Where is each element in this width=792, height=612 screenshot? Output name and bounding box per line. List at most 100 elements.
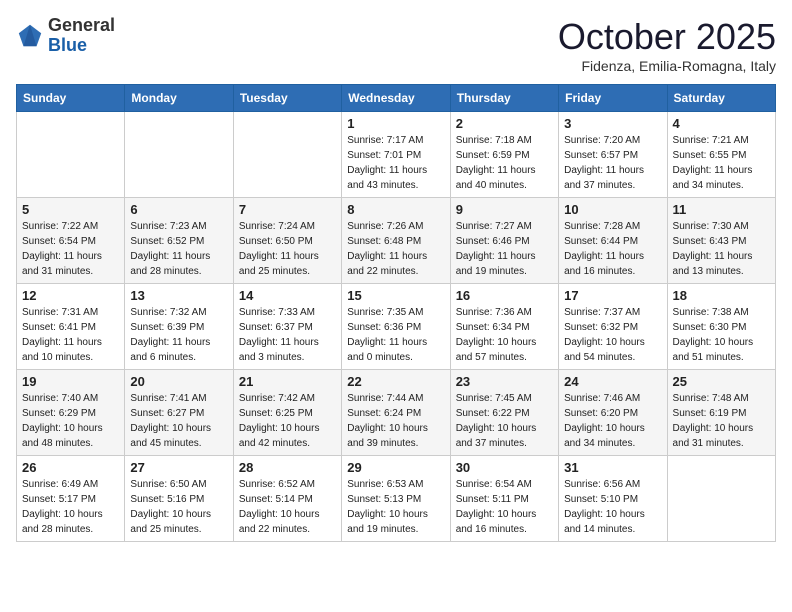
day-info: Sunrise: 7:44 AMSunset: 6:24 PMDaylight:… [347, 391, 444, 451]
day-number: 18 [673, 288, 770, 303]
logo: General Blue [16, 16, 115, 56]
day-number: 23 [456, 374, 553, 389]
day-info: Sunrise: 7:21 AMSunset: 6:55 PMDaylight:… [673, 133, 770, 193]
day-info: Sunrise: 7:32 AMSunset: 6:39 PMDaylight:… [130, 305, 227, 365]
weekday-header-friday: Friday [559, 85, 667, 112]
day-number: 5 [22, 202, 119, 217]
calendar-cell: 27Sunrise: 6:50 AMSunset: 5:16 PMDayligh… [125, 456, 233, 542]
day-number: 4 [673, 116, 770, 131]
day-info: Sunrise: 7:40 AMSunset: 6:29 PMDaylight:… [22, 391, 119, 451]
day-info: Sunrise: 7:35 AMSunset: 6:36 PMDaylight:… [347, 305, 444, 365]
day-info: Sunrise: 7:45 AMSunset: 6:22 PMDaylight:… [456, 391, 553, 451]
calendar-table: SundayMondayTuesdayWednesdayThursdayFrid… [16, 84, 776, 542]
weekday-header-row: SundayMondayTuesdayWednesdayThursdayFrid… [17, 85, 776, 112]
day-number: 10 [564, 202, 661, 217]
calendar-cell: 21 Sunrise: 7:42 AMSunset: 6:25 PMDayligh… [233, 370, 341, 456]
logo-icon [16, 22, 44, 50]
calendar-cell: 26 Sunrise: 6:49 AMSunset: 5:17 PMDayligh… [17, 456, 125, 542]
day-number: 8 [347, 202, 444, 217]
logo-blue: Blue [48, 36, 115, 56]
calendar-cell: 14 Sunrise: 7:33 AMSunset: 6:37 PMDayligh… [233, 284, 341, 370]
calendar-cell: 10 Sunrise: 7:28 AMSunset: 6:44 PMDayligh… [559, 198, 667, 284]
day-info: Sunrise: 6:52 AMSunset: 5:14 PMDaylight:… [239, 477, 336, 537]
day-number: 29 [347, 460, 444, 475]
weekday-header-tuesday: Tuesday [233, 85, 341, 112]
calendar-week-row: 19 Sunrise: 7:40 AMSunset: 6:29 PMDayligh… [17, 370, 776, 456]
day-number: 20 [130, 374, 227, 389]
location: Fidenza, Emilia-Romagna, Italy [558, 58, 776, 74]
calendar-cell: 17Sunrise: 7:37 AMSunset: 6:32 PMDayligh… [559, 284, 667, 370]
calendar-cell [125, 112, 233, 198]
calendar-cell: 28 Sunrise: 6:52 AMSunset: 5:14 PMDayligh… [233, 456, 341, 542]
calendar-cell: 8 Sunrise: 7:26 AMSunset: 6:48 PMDaylight… [342, 198, 450, 284]
day-info: Sunrise: 7:33 AMSunset: 6:37 PMDaylight:… [239, 305, 336, 365]
day-number: 25 [673, 374, 770, 389]
day-number: 28 [239, 460, 336, 475]
logo-general: General [48, 16, 115, 36]
day-number: 11 [673, 202, 770, 217]
day-info: Sunrise: 7:28 AMSunset: 6:44 PMDaylight:… [564, 219, 661, 279]
calendar-week-row: 1 Sunrise: 7:17 AMSunset: 7:01 PMDaylight… [17, 112, 776, 198]
day-number: 1 [347, 116, 444, 131]
day-number: 30 [456, 460, 553, 475]
calendar-cell: 15 Sunrise: 7:35 AMSunset: 6:36 PMDayligh… [342, 284, 450, 370]
calendar-cell: 4 Sunrise: 7:21 AMSunset: 6:55 PMDaylight… [667, 112, 775, 198]
month-title: October 2025 [558, 16, 776, 58]
calendar-cell: 30 Sunrise: 6:54 AMSunset: 5:11 PMDayligh… [450, 456, 558, 542]
calendar-week-row: 5Sunrise: 7:22 AMSunset: 6:54 PMDaylight… [17, 198, 776, 284]
day-info: Sunrise: 6:53 AMSunset: 5:13 PMDaylight:… [347, 477, 444, 537]
calendar-cell: 18 Sunrise: 7:38 AMSunset: 6:30 PMDayligh… [667, 284, 775, 370]
day-info: Sunrise: 7:30 AMSunset: 6:43 PMDaylight:… [673, 219, 770, 279]
title-block: October 2025 Fidenza, Emilia-Romagna, It… [558, 16, 776, 74]
day-number: 9 [456, 202, 553, 217]
day-info: Sunrise: 7:41 AMSunset: 6:27 PMDaylight:… [130, 391, 227, 451]
calendar-cell: 11 Sunrise: 7:30 AMSunset: 6:43 PMDayligh… [667, 198, 775, 284]
day-info: Sunrise: 7:38 AMSunset: 6:30 PMDaylight:… [673, 305, 770, 365]
weekday-header-thursday: Thursday [450, 85, 558, 112]
day-info: Sunrise: 7:23 AMSunset: 6:52 PMDaylight:… [130, 219, 227, 279]
day-number: 2 [456, 116, 553, 131]
calendar-cell: 19 Sunrise: 7:40 AMSunset: 6:29 PMDayligh… [17, 370, 125, 456]
calendar-cell: 3Sunrise: 7:20 AMSunset: 6:57 PMDaylight… [559, 112, 667, 198]
day-info: Sunrise: 6:54 AMSunset: 5:11 PMDaylight:… [456, 477, 553, 537]
day-info: Sunrise: 6:49 AMSunset: 5:17 PMDaylight:… [22, 477, 119, 537]
calendar-cell: 13 Sunrise: 7:32 AMSunset: 6:39 PMDayligh… [125, 284, 233, 370]
day-number: 19 [22, 374, 119, 389]
day-number: 12 [22, 288, 119, 303]
calendar-week-row: 12 Sunrise: 7:31 AMSunset: 6:41 PMDayligh… [17, 284, 776, 370]
calendar-cell: 6 Sunrise: 7:23 AMSunset: 6:52 PMDaylight… [125, 198, 233, 284]
day-number: 16 [456, 288, 553, 303]
day-info: Sunrise: 7:26 AMSunset: 6:48 PMDaylight:… [347, 219, 444, 279]
weekday-header-sunday: Sunday [17, 85, 125, 112]
day-number: 14 [239, 288, 336, 303]
day-info: Sunrise: 7:18 AMSunset: 6:59 PMDaylight:… [456, 133, 553, 193]
day-info: Sunrise: 7:24 AMSunset: 6:50 PMDaylight:… [239, 219, 336, 279]
day-info: Sunrise: 7:48 AMSunset: 6:19 PMDaylight:… [673, 391, 770, 451]
calendar-cell: 29 Sunrise: 6:53 AMSunset: 5:13 PMDayligh… [342, 456, 450, 542]
calendar-cell: 7Sunrise: 7:24 AMSunset: 6:50 PMDaylight… [233, 198, 341, 284]
calendar-cell: 24Sunrise: 7:46 AMSunset: 6:20 PMDayligh… [559, 370, 667, 456]
day-number: 26 [22, 460, 119, 475]
day-number: 13 [130, 288, 227, 303]
calendar-cell: 25 Sunrise: 7:48 AMSunset: 6:19 PMDayligh… [667, 370, 775, 456]
day-number: 24 [564, 374, 661, 389]
day-info: Sunrise: 6:56 AMSunset: 5:10 PMDaylight:… [564, 477, 661, 537]
day-number: 6 [130, 202, 227, 217]
weekday-header-wednesday: Wednesday [342, 85, 450, 112]
logo-text: General Blue [48, 16, 115, 56]
day-number: 22 [347, 374, 444, 389]
day-info: Sunrise: 7:42 AMSunset: 6:25 PMDaylight:… [239, 391, 336, 451]
day-info: Sunrise: 7:17 AMSunset: 7:01 PMDaylight:… [347, 133, 444, 193]
day-info: Sunrise: 7:31 AMSunset: 6:41 PMDaylight:… [22, 305, 119, 365]
day-number: 21 [239, 374, 336, 389]
calendar-cell: 1 Sunrise: 7:17 AMSunset: 7:01 PMDaylight… [342, 112, 450, 198]
calendar-cell [233, 112, 341, 198]
calendar-cell: 23 Sunrise: 7:45 AMSunset: 6:22 PMDayligh… [450, 370, 558, 456]
calendar-cell: 2 Sunrise: 7:18 AMSunset: 6:59 PMDaylight… [450, 112, 558, 198]
day-number: 15 [347, 288, 444, 303]
day-info: Sunrise: 6:50 AMSunset: 5:16 PMDaylight:… [130, 477, 227, 537]
day-info: Sunrise: 7:20 AMSunset: 6:57 PMDaylight:… [564, 133, 661, 193]
day-number: 17 [564, 288, 661, 303]
calendar-cell: 20 Sunrise: 7:41 AMSunset: 6:27 PMDayligh… [125, 370, 233, 456]
day-info: Sunrise: 7:36 AMSunset: 6:34 PMDaylight:… [456, 305, 553, 365]
